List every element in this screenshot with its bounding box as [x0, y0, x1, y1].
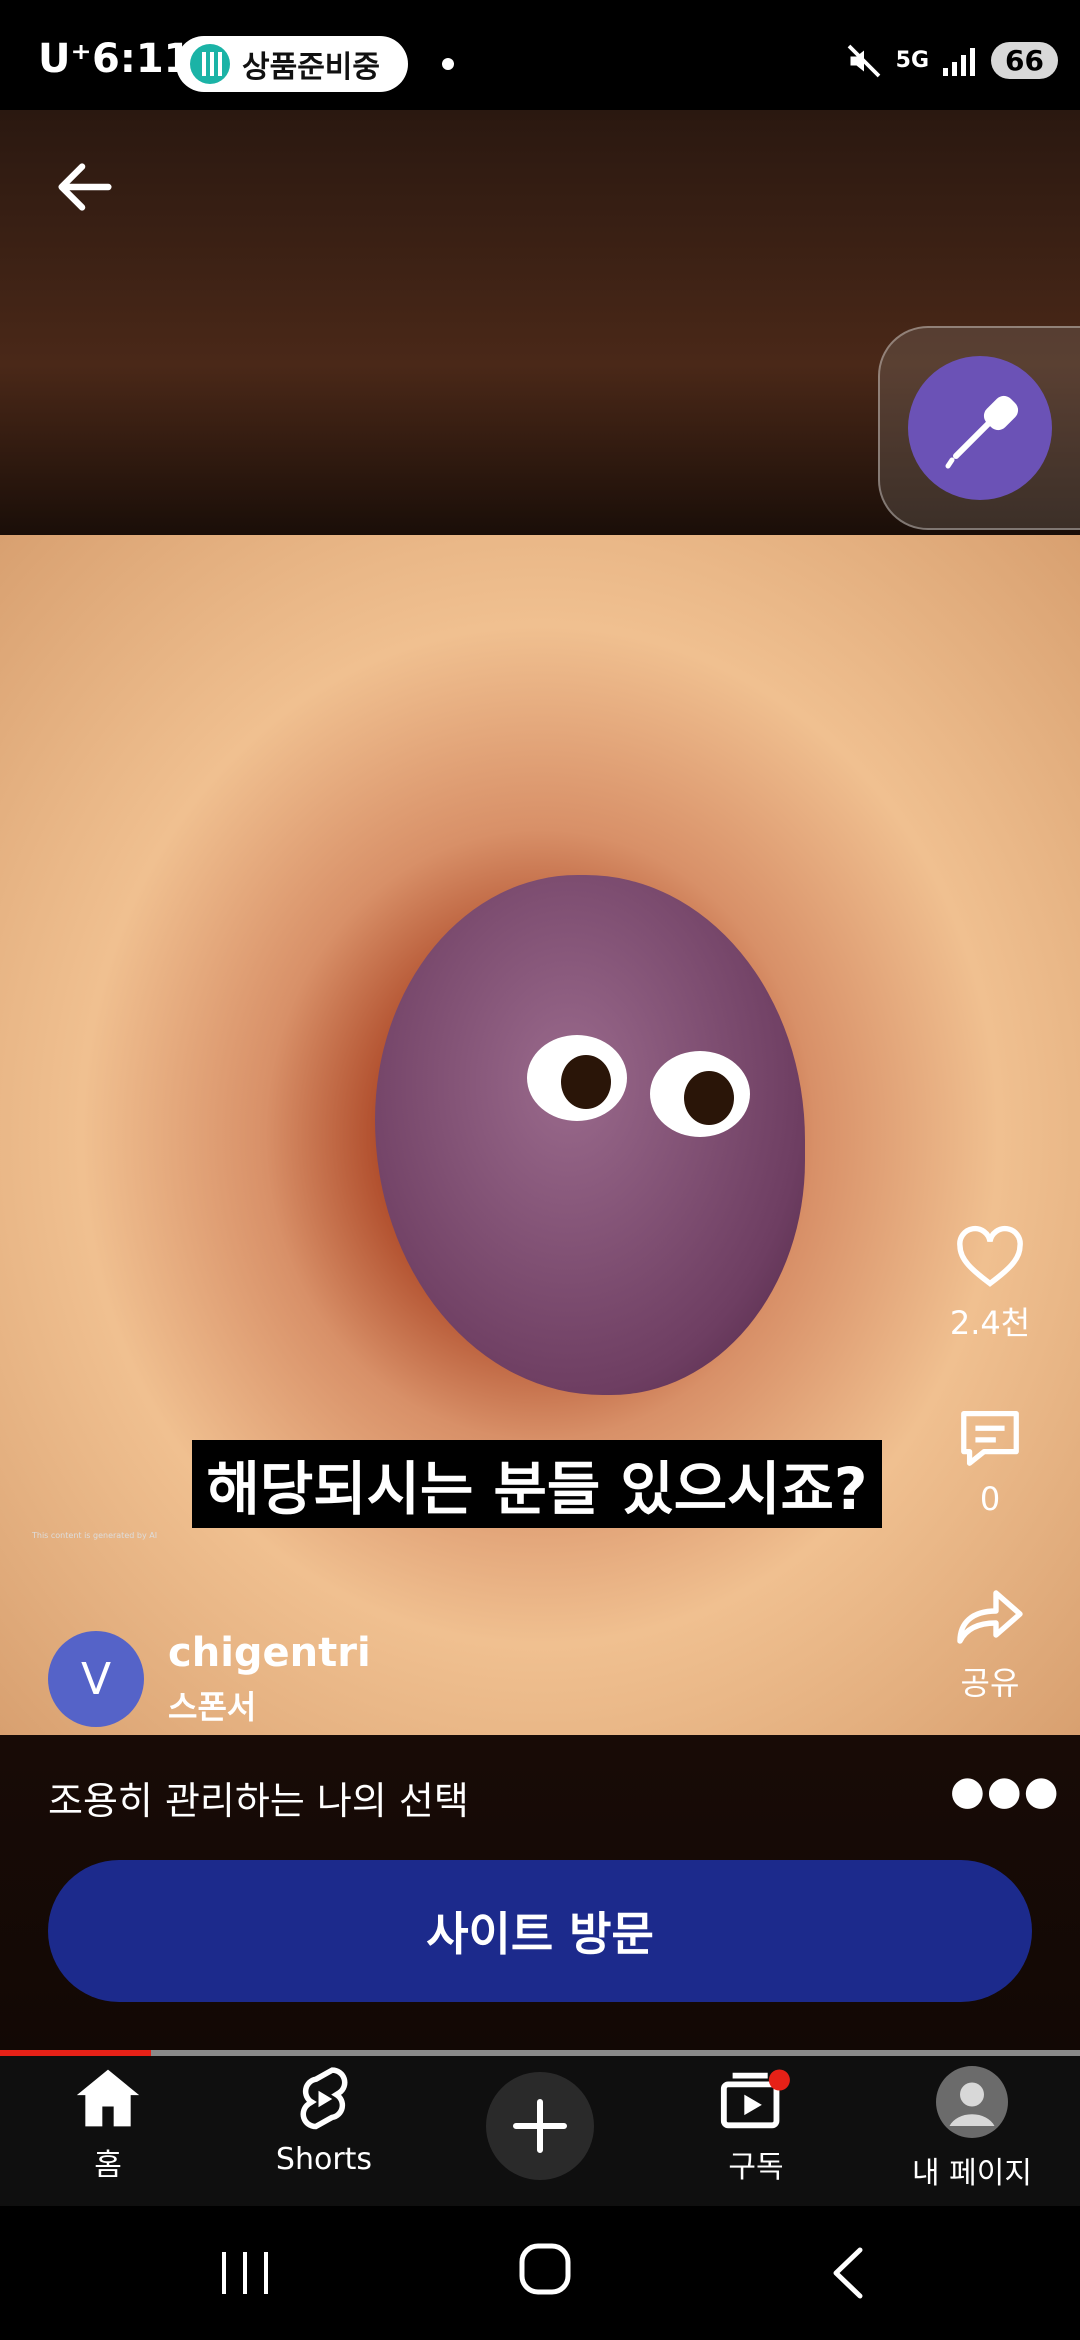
comment-button[interactable]: 0: [900, 1404, 1080, 1518]
notification-pill[interactable]: 상품준비중: [176, 36, 408, 92]
eyedropper-button[interactable]: [908, 356, 1052, 500]
carrier-label: U⁺: [38, 36, 92, 82]
heart-icon: [957, 1225, 1023, 1287]
home-system-icon[interactable]: [518, 2242, 574, 2298]
floating-tool-panel: [878, 326, 1080, 530]
ai-notice: This content is generated by AI: [32, 1531, 158, 1540]
channel-name[interactable]: chigentri: [168, 1630, 371, 1676]
comment-count: 0: [979, 1480, 1001, 1518]
like-count: 2.4천: [949, 1304, 1031, 1342]
profile-avatar-icon: [936, 2066, 1008, 2138]
more-options-button[interactable]: ●●●: [950, 1768, 1061, 1814]
nav-you-label: 내 페이지: [912, 2156, 1032, 2191]
app-notification-icon: [190, 44, 230, 84]
notification-text: 상품준비중: [242, 50, 380, 85]
nav-subscriptions-label: 구독: [728, 2150, 784, 2185]
nav-you[interactable]: 내 페이지: [872, 2066, 1072, 2192]
create-button[interactable]: [486, 2072, 594, 2180]
bottom-navigation: 홈 Shorts 구독 내 페이지: [0, 2056, 1080, 2206]
mute-icon: [847, 44, 880, 77]
video-caption: 해당되시는 분들 있으시죠?: [192, 1440, 882, 1528]
nav-home[interactable]: 홈: [8, 2066, 208, 2184]
sponsor-label: 스폰서: [168, 1688, 257, 1726]
character-eye-left: [527, 1035, 627, 1121]
video-description[interactable]: 조용히 관리하는 나의 선택: [48, 1770, 469, 1825]
arrow-left-icon: [58, 163, 112, 211]
home-icon: [76, 2069, 140, 2127]
share-label: 공유: [960, 1664, 1020, 1702]
eyedropper-icon: [945, 395, 1019, 469]
nav-shorts-label: Shorts: [275, 2142, 373, 2177]
nav-home-label: 홈: [94, 2148, 122, 2183]
share-button[interactable]: 공유: [900, 1586, 1080, 1704]
status-icons: 5G 66: [846, 42, 1058, 79]
signal-icon: [943, 47, 976, 76]
back-system-icon[interactable]: [828, 2246, 868, 2300]
like-button[interactable]: 2.4천: [900, 1222, 1080, 1344]
share-icon: [957, 1590, 1023, 1644]
channel-info[interactable]: V chigentri 스폰서: [48, 1630, 371, 1728]
back-button[interactable]: [50, 152, 120, 222]
character-eye-right: [650, 1051, 750, 1137]
network-type: 5G: [895, 47, 930, 73]
nav-shorts[interactable]: Shorts: [224, 2066, 424, 2177]
visit-site-button[interactable]: 사이트 방문: [48, 1860, 1032, 2002]
notification-dot-icon: [442, 58, 454, 70]
comment-icon: [961, 1411, 1019, 1466]
plus-icon: [513, 2099, 567, 2153]
channel-avatar[interactable]: V: [48, 1631, 144, 1727]
nav-subscriptions[interactable]: 구독: [656, 2066, 856, 2186]
battery-indicator: 66: [991, 42, 1058, 79]
system-navigation-bar: [0, 2206, 1080, 2340]
shorts-icon: [300, 2067, 348, 2130]
status-bar: U⁺ 6:11 상품준비중 5G 66: [0, 0, 1080, 110]
subscriptions-icon: [720, 2069, 790, 2129]
recent-apps-icon[interactable]: [218, 2248, 272, 2298]
